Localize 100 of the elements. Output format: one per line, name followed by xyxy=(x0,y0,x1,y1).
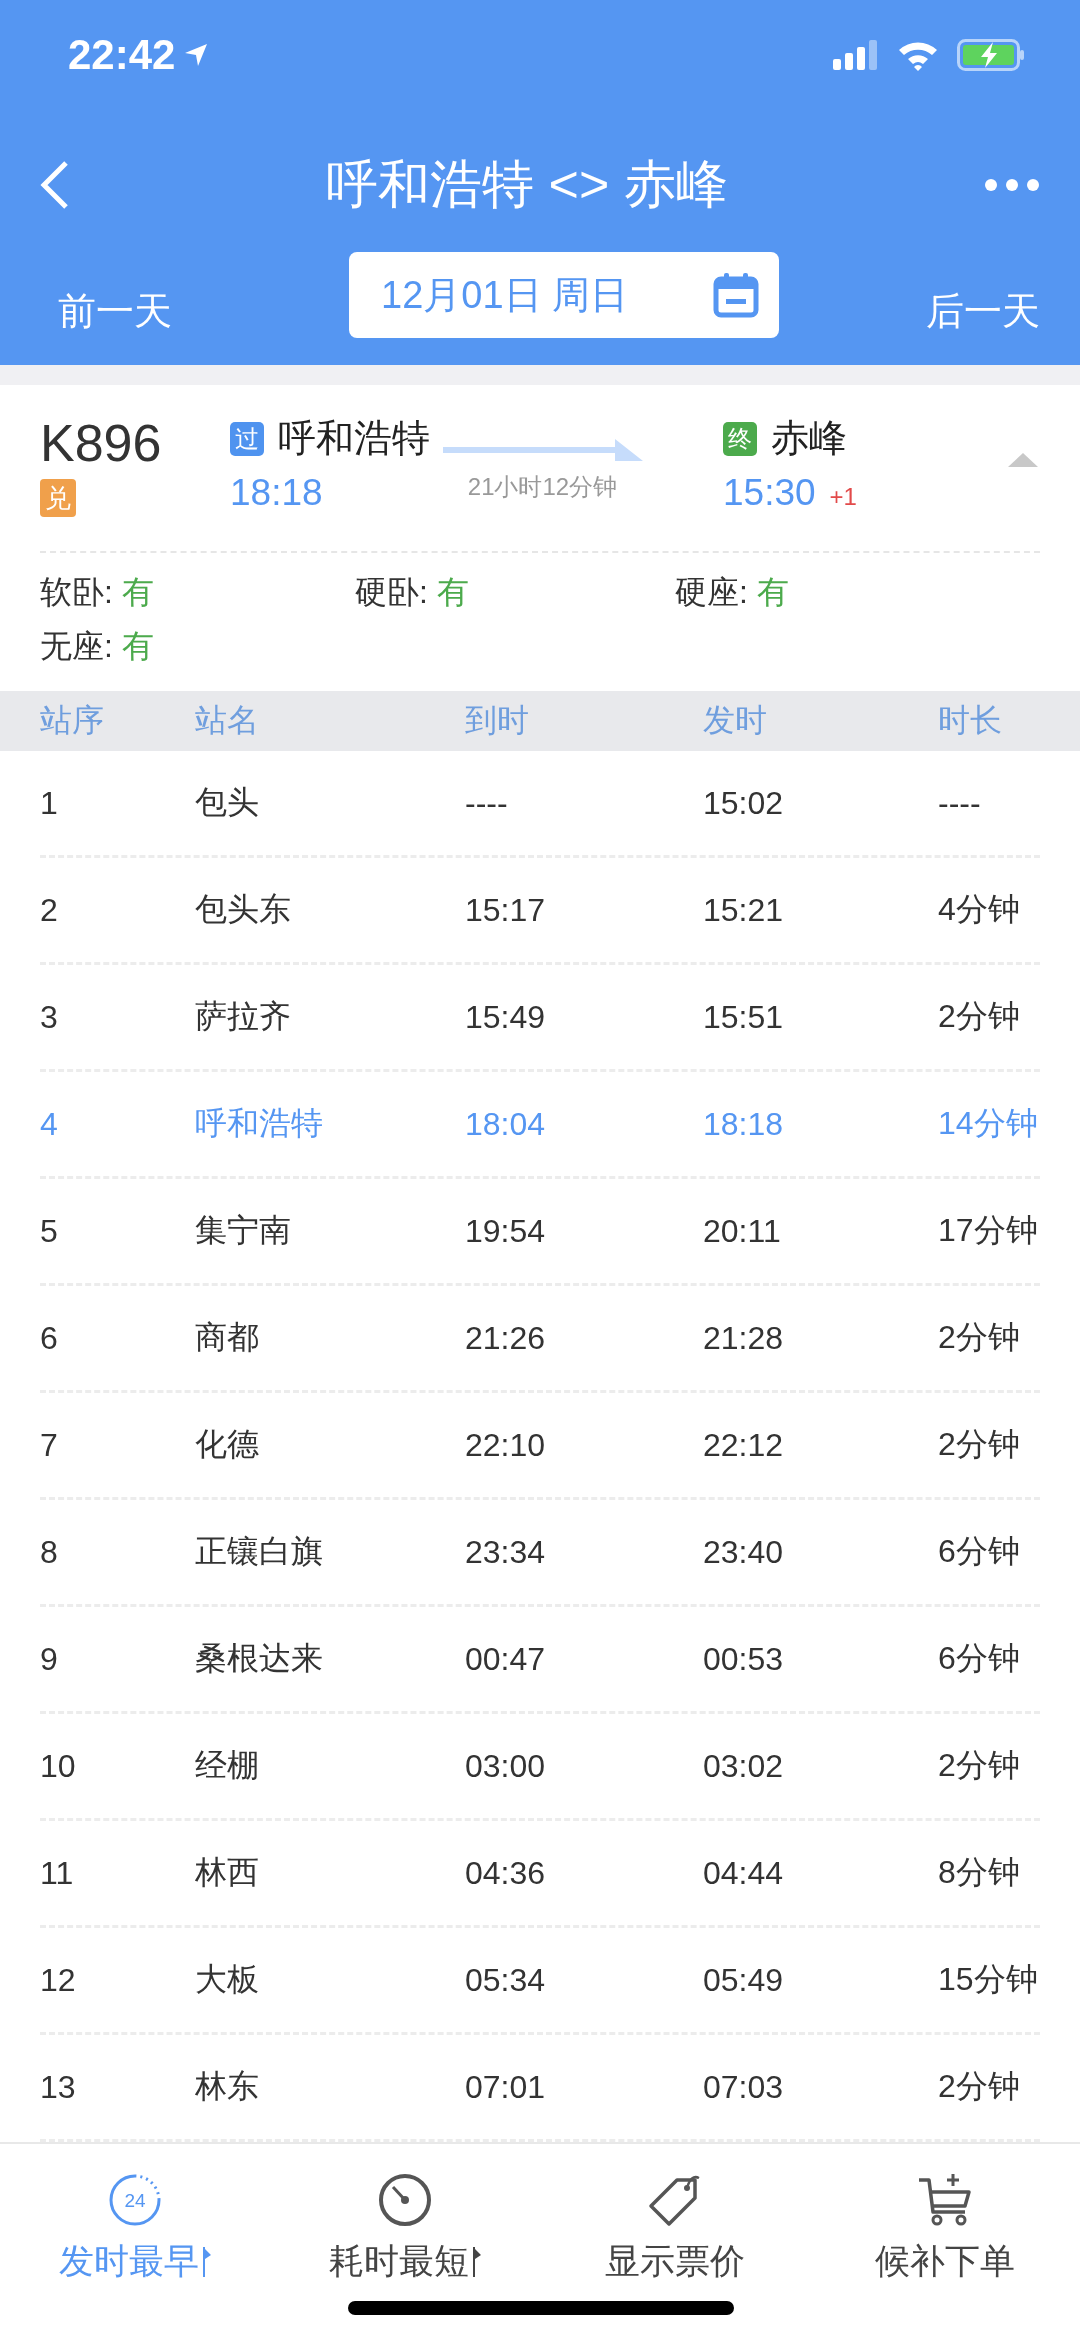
departure-time: 21:28 xyxy=(703,1319,785,1357)
train-number: K896 xyxy=(40,413,163,473)
arrival-time: 23:34 xyxy=(465,1533,547,1571)
arrow-icon xyxy=(442,439,643,461)
train-tag: 兑 xyxy=(40,479,76,517)
battery-charging-icon xyxy=(957,39,1025,71)
departure-time: 04:44 xyxy=(703,1854,785,1892)
stop-number: 7 xyxy=(40,1426,59,1464)
departure-time: 20:11 xyxy=(703,1212,782,1250)
departure-time: 00:53 xyxy=(703,1640,785,1678)
signal-icon xyxy=(833,40,879,70)
day-offset: +1 xyxy=(829,483,857,511)
stop-duration: 14分钟 xyxy=(938,1104,1039,1143)
stop-number: 11 xyxy=(40,1854,75,1892)
stop-duration: 4分钟 xyxy=(938,890,1021,929)
seat-availability: 软卧: 有 xyxy=(40,573,155,612)
terminal-badge: 终 xyxy=(723,421,757,456)
arrival-time: 15:30 xyxy=(723,472,816,514)
departure-station: 呼和浩特 xyxy=(278,416,430,461)
stop-number: 1 xyxy=(40,784,59,822)
more-icon[interactable] xyxy=(984,178,1040,192)
stop-number: 2 xyxy=(40,891,59,929)
arrival-time: 00:47 xyxy=(465,1640,547,1678)
travel-duration: 21小时12分钟 xyxy=(467,472,618,502)
seat-availability: 无座: 有 xyxy=(40,627,155,666)
column-header: 站序 xyxy=(40,701,105,740)
arrival-time: 04:36 xyxy=(465,1854,547,1892)
departure-time: 18:18 xyxy=(230,472,323,514)
arrival-time: 21:26 xyxy=(465,1319,547,1357)
stop-duration: ---- xyxy=(938,784,982,822)
station-name: 林东 xyxy=(195,2067,260,2106)
arrival-time: 18:04 xyxy=(465,1105,547,1143)
stop-duration: 2分钟 xyxy=(938,997,1021,1036)
stop-number: 4 xyxy=(40,1105,59,1143)
back-icon[interactable] xyxy=(40,160,70,210)
bottom-tab[interactable]: 耗时最短 xyxy=(270,2172,540,2285)
stop-number: 13 xyxy=(40,2068,77,2106)
station-name: 桑根达来 xyxy=(195,1639,324,1678)
seat-availability: 硬座: 有 xyxy=(675,573,790,612)
station-name: 林西 xyxy=(195,1853,260,1892)
stopwatch-icon xyxy=(377,2172,433,2228)
arrival-time: 07:01 xyxy=(465,2068,547,2106)
station-name: 萨拉齐 xyxy=(195,997,292,1036)
location-arrow-icon xyxy=(183,42,210,68)
column-header: 发时 xyxy=(703,701,768,740)
station-name: 集宁南 xyxy=(195,1211,292,1250)
departure-time: 22:12 xyxy=(703,1426,785,1464)
next-day-button[interactable]: 后一天 xyxy=(926,286,1040,337)
station-name: 商都 xyxy=(195,1318,260,1357)
stop-number: 6 xyxy=(40,1319,59,1357)
arrival-time: 05:34 xyxy=(465,1961,547,1999)
departure-time: 05:49 xyxy=(703,1961,785,1999)
collapse-caret-icon[interactable] xyxy=(1006,451,1040,469)
departure-time: 03:02 xyxy=(703,1747,785,1785)
stop-duration: 6分钟 xyxy=(938,1639,1021,1678)
arrival-time: 15:49 xyxy=(465,998,547,1036)
stop-number: 5 xyxy=(40,1212,59,1250)
stop-number: 10 xyxy=(40,1747,77,1785)
stop-duration: 6分钟 xyxy=(938,1532,1021,1571)
departure-time: 15:51 xyxy=(703,998,785,1036)
bottom-tab[interactable]: 24 发时最早 xyxy=(0,2172,270,2285)
station-name: 正镶白旗 xyxy=(195,1532,324,1571)
station-name: 大板 xyxy=(195,1960,260,1999)
stop-duration: 15分钟 xyxy=(938,1960,1039,1999)
stop-number: 8 xyxy=(40,1533,59,1571)
departure-time: 15:02 xyxy=(703,784,785,822)
stop-number: 3 xyxy=(40,998,59,1036)
page-title: 呼和浩特 <> 赤峰 xyxy=(326,154,728,215)
stop-number: 9 xyxy=(40,1640,59,1678)
station-name: 呼和浩特 xyxy=(195,1104,324,1143)
previous-day-button[interactable]: 前一天 xyxy=(58,286,172,337)
station-name: 经棚 xyxy=(195,1746,260,1785)
arrival-time: 15:17 xyxy=(465,891,547,929)
departure-time: 15:21 xyxy=(703,891,785,929)
arrival-station: 赤峰 xyxy=(771,416,847,461)
arrival-time: 19:54 xyxy=(465,1212,547,1250)
arrival-time: 03:00 xyxy=(465,1747,547,1785)
column-header: 时长 xyxy=(938,701,1003,740)
bottom-tab[interactable]: 显示票价 xyxy=(540,2172,810,2285)
stop-duration: 8分钟 xyxy=(938,1853,1021,1892)
cart-plus-icon xyxy=(917,2172,973,2228)
station-name: 包头 xyxy=(195,783,260,822)
arrival-time: 22:10 xyxy=(465,1426,547,1464)
stop-duration: 2分钟 xyxy=(938,1318,1021,1357)
pass-badge: 过 xyxy=(230,421,264,456)
date-picker[interactable]: 12月01日 周日 xyxy=(349,252,779,338)
stop-duration: 2分钟 xyxy=(938,2067,1021,2106)
station-name: 化德 xyxy=(195,1425,260,1464)
bottom-tab[interactable]: 候补下单 xyxy=(810,2172,1080,2285)
departure-time: 18:18 xyxy=(703,1105,785,1143)
departure-time: 07:03 xyxy=(703,2068,785,2106)
departure-time: 23:40 xyxy=(703,1533,785,1571)
stop-duration: 2分钟 xyxy=(938,1425,1021,1464)
stop-duration: 2分钟 xyxy=(938,1746,1021,1785)
column-header: 站名 xyxy=(195,701,260,740)
calendar-icon xyxy=(713,272,759,318)
stop-number: 12 xyxy=(40,1961,77,1999)
seat-availability: 硬卧: 有 xyxy=(355,573,470,612)
station-name: 包头东 xyxy=(195,890,292,929)
status-time: 22:42 xyxy=(68,31,176,79)
